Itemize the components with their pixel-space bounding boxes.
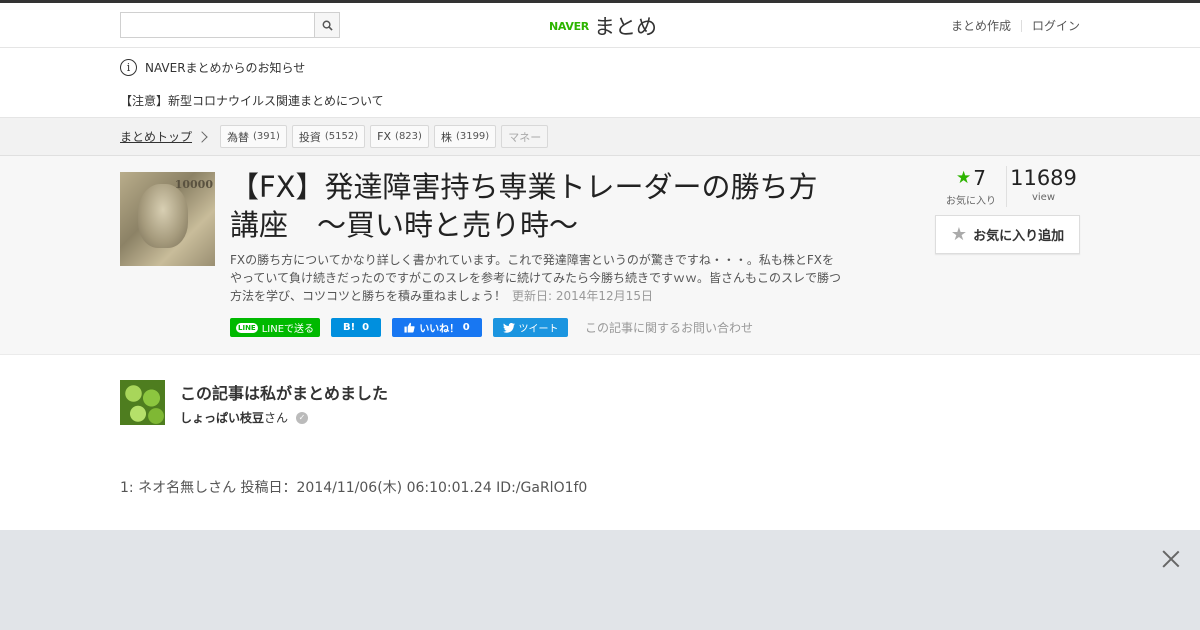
facebook-like-button[interactable]: いいね！ 0: [392, 318, 483, 337]
hatena-icon: B!: [342, 322, 356, 333]
tag-stocks[interactable]: 株 (3199): [433, 125, 497, 148]
logo-brand: NAVER: [549, 19, 589, 33]
notice-area: i NAVERまとめからのお知らせ 【注意】新型コロナウイルス関連まとめについて: [0, 48, 1200, 118]
banknote-number: 10000: [174, 178, 213, 191]
share-bar: LINE LINEで送る B! 0 いいね！ 0 ツイート この記事に関するお問い…: [230, 318, 753, 337]
header-links: まとめ作成 ログイン: [951, 17, 1080, 34]
author-name-row: しょっぱい枝豆 さん ✓: [180, 409, 309, 426]
thumbs-up-icon: [404, 322, 415, 333]
author-suffix: さん: [264, 411, 289, 425]
create-matome-link[interactable]: まとめ作成: [951, 17, 1011, 34]
banknote-portrait: [138, 184, 188, 248]
updated-date: 更新日: 2014年12月15日: [512, 289, 653, 303]
favorite-count-value: 7: [973, 166, 986, 190]
logo-text: まとめ: [593, 15, 657, 39]
tag-label: 投資: [298, 130, 321, 144]
hatena-bookmark-button[interactable]: B! 0: [331, 318, 382, 337]
line-icon: LINE: [236, 322, 258, 333]
site-header: NAVER まとめ まとめ作成 ログイン: [0, 3, 1200, 48]
line-share-button[interactable]: LINE LINEで送る: [230, 318, 321, 337]
ad-overlay-bar: [0, 530, 1200, 630]
search-box: [120, 12, 340, 38]
notice-title: NAVERまとめからのお知らせ: [145, 61, 306, 75]
login-link[interactable]: ログイン: [1032, 17, 1080, 34]
tag-count: (3199): [455, 131, 490, 142]
verified-check-icon: ✓: [296, 411, 309, 424]
tag-label: マネー: [508, 130, 542, 144]
search-button[interactable]: [314, 13, 339, 37]
tag-count: (823): [395, 131, 422, 142]
favorite-count-label: お気に入り: [946, 196, 996, 207]
tag-count: (391): [253, 131, 280, 142]
hatena-count: 0: [362, 322, 370, 333]
author-name-link[interactable]: しょっぱい枝豆: [180, 409, 264, 426]
tag-label: 株: [440, 130, 452, 144]
tag-investment[interactable]: 投資 (5152): [291, 125, 366, 148]
tag-label: 為替: [227, 130, 250, 144]
star-outline-icon: ★: [950, 224, 968, 245]
article-contact-link[interactable]: この記事に関するお問い合わせ: [585, 319, 753, 336]
chevron-right-icon: [196, 130, 208, 143]
facebook-like-count: 0: [462, 322, 470, 333]
article-title: 【FX】発達障害持ち専業トレーダーの勝ち方講座 ～買い時と売り時～: [230, 170, 818, 242]
breadcrumb-bar: まとめトップ 為替 (391) 投資 (5152) FX (823) 株 (3199) …: [0, 118, 1200, 156]
header-divider: [1020, 19, 1022, 32]
article-header: 10000 【FX】発達障害持ち専業トレーダーの勝ち方講座 ～買い時と売り時～ …: [0, 156, 1200, 355]
tag-money[interactable]: マネー: [501, 125, 549, 148]
article-thumbnail[interactable]: 10000: [120, 172, 215, 266]
info-icon: i: [120, 59, 137, 76]
add-favorite-button[interactable]: ★ お気に入り追加: [935, 215, 1080, 254]
close-icon[interactable]: [1160, 548, 1182, 570]
notice-title-row: i NAVERまとめからのお知らせ: [120, 59, 305, 76]
view-count-label: view: [1031, 192, 1056, 203]
twitter-bird-icon: [502, 322, 515, 333]
article-stats: ★ 7 お気に入り 11689 view: [936, 166, 1080, 207]
tweet-button[interactable]: ツイート: [493, 318, 569, 337]
tag-fx[interactable]: FX (823): [370, 125, 429, 148]
post-header-line: 1: ネオ名無しさん 投稿日：2014/11/06(木) 06:10:01.24…: [120, 480, 588, 496]
tag-forex[interactable]: 為替 (391): [220, 125, 287, 148]
favorite-count: ★ 7 お気に入り: [936, 166, 1006, 207]
view-count: 11689 view: [1006, 166, 1080, 207]
star-icon: ★: [956, 168, 972, 188]
add-favorite-label: お気に入り追加: [973, 229, 1065, 244]
site-logo[interactable]: NAVER まとめ: [549, 11, 657, 41]
tag-count: (5152): [324, 131, 359, 142]
search-input[interactable]: [121, 13, 314, 37]
facebook-like-label: いいね！: [419, 324, 460, 335]
tag-label: FX: [377, 130, 392, 143]
author-section: この記事は私がまとめました しょっぱい枝豆 さん ✓: [120, 380, 720, 430]
breadcrumb-home-link[interactable]: まとめトップ: [120, 128, 192, 145]
notice-item-link[interactable]: 【注意】新型コロナウイルス関連まとめについて: [120, 92, 384, 109]
author-heading: この記事は私がまとめました: [180, 384, 389, 403]
author-avatar[interactable]: [120, 380, 165, 425]
tweet-label: ツイート: [518, 324, 559, 335]
line-share-label: LINEで送る: [261, 324, 315, 335]
view-count-value: 11689: [1010, 166, 1077, 190]
breadcrumb: まとめトップ 為替 (391) 投資 (5152) FX (823) 株 (3199) …: [120, 125, 553, 148]
article-description: FXの勝ち方についてかなり詳しく書かれています。これで発達障害というのが驚きです…: [230, 251, 845, 305]
search-icon: [322, 20, 333, 31]
